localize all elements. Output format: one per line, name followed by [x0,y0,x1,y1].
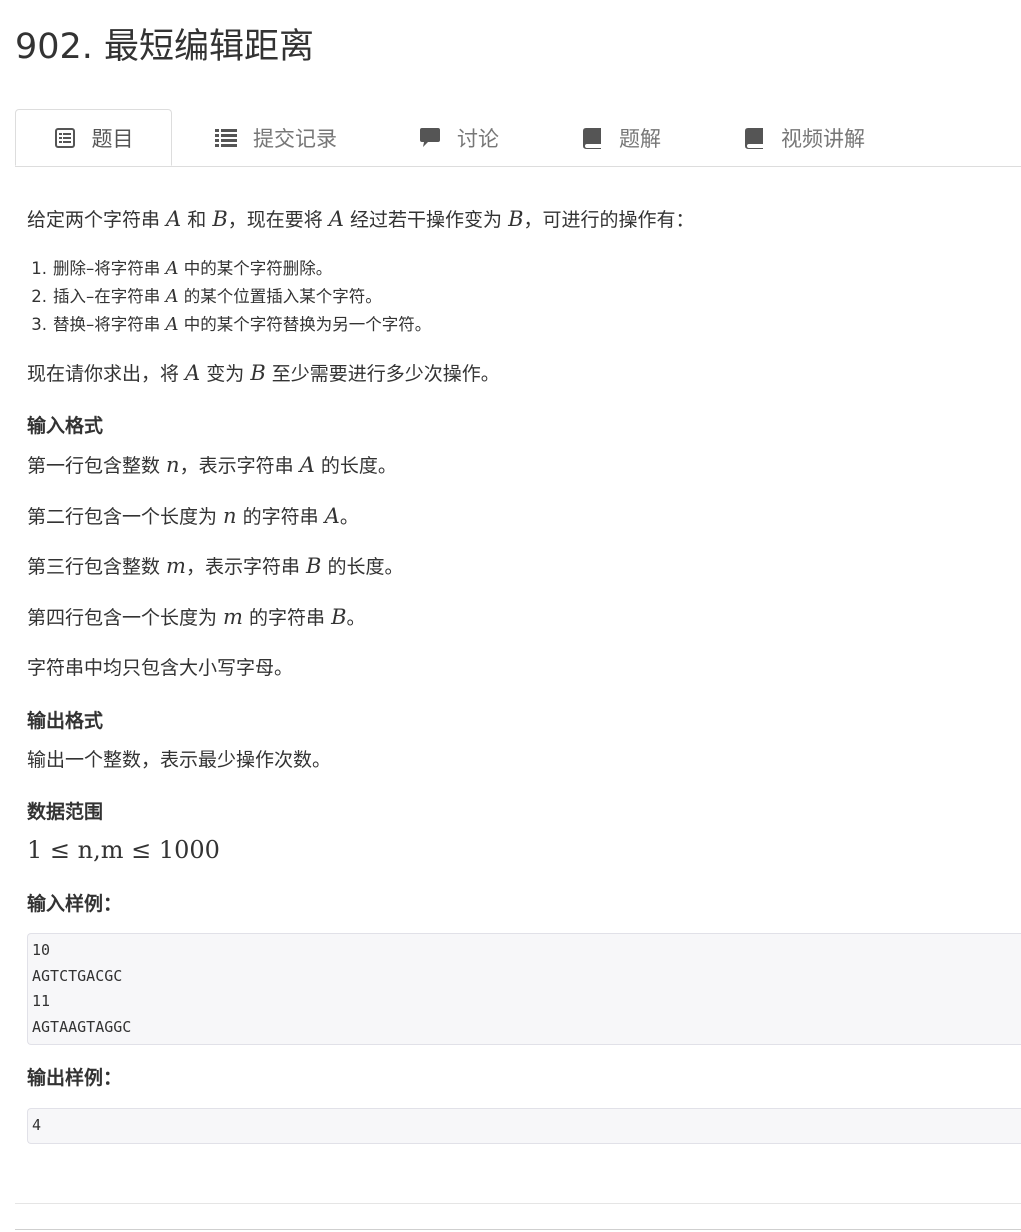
problem-ask: 现在请你求出，将 A 变为 B 至少需要进行多少次操作。 [27,359,500,388]
code-line: AGTCTGACGC [32,966,123,985]
input-format-heading: 输入格式 [27,415,104,437]
input-text: 的长度。 [321,556,404,578]
math-var: B [212,207,228,231]
math-var: A [165,314,179,335]
tab-label: 视频讲解 [781,126,865,151]
input-text: 第三行包含整数 [27,556,167,578]
tab-label: 题目 [91,126,134,151]
output-format-heading: 输出格式 [27,710,104,732]
sample-input-code: 10 AGTCTGACGC 11 AGTAAGTAGGC [27,933,1021,1045]
math-var: m [223,605,243,629]
math-var: B [331,605,347,629]
math-var: B [250,361,266,385]
tab-solutions[interactable]: 题解 [581,109,661,166]
ask-text: 现在请你求出，将 [27,363,186,385]
tab-label: 讨论 [457,126,499,151]
input-text: 。 [339,506,359,528]
tab-submissions[interactable]: 提交记录 [215,109,337,166]
math-var: A [328,207,344,231]
math-var: A [185,361,201,385]
list-text: 插入–在字符串 [53,287,166,306]
intro-text: ，现在要将 [227,209,329,231]
ask-text: 至少需要进行多少次操作。 [265,363,500,385]
input-text: ，表示字符串 [185,556,307,578]
list-text: 替换–将字符串 [53,315,166,334]
list-item: 2. 插入–在字符串 A 的某个位置插入某个字符。 [27,283,431,311]
code-line: 4 [32,1116,42,1134]
input-text: 第一行包含整数 [27,455,167,477]
math-var: A [165,286,179,307]
divider [15,1203,1021,1204]
input-text: 的字符串 [236,506,325,528]
list-number: 3. [31,315,47,334]
input-line: 第四行包含一个长度为 m 的字符串 B。 [27,603,366,632]
intro-text: 经过若干操作变为 [343,209,509,231]
page-title: 902. 最短编辑距离 [15,27,315,67]
sample-output-heading: 输出样例： [27,1067,123,1089]
divider [15,1229,1021,1230]
tab-bar: 题目 提交记录 讨论 题解 视频讲解 [15,109,1021,167]
ask-text: 变为 [200,363,251,385]
input-text: 第四行包含一个长度为 [27,607,224,629]
list-item: 3. 替换–将字符串 A 中的某个字符替换为另一个字符。 [27,311,431,339]
code-line: 10 [32,941,51,959]
list-text: 删除–将字符串 [53,259,166,278]
list-item: 1. 删除–将字符串 A 中的某个字符删除。 [27,255,431,283]
comment-icon [419,127,441,149]
list-icon [215,127,237,149]
input-text: 第二行包含一个长度为 [27,506,224,528]
tab-discussion[interactable]: 讨论 [419,109,499,166]
problem-intro: 给定两个字符串 A 和 B，现在要将 A 经过若干操作变为 B，可进行的操作有： [27,205,695,234]
input-line: 第三行包含整数 m，表示字符串 B 的长度。 [27,552,404,581]
range-heading: 数据范围 [27,801,104,823]
input-text: 的长度。 [314,455,397,477]
list-text: 的某个位置插入某个字符。 [178,287,382,306]
list-text: 中的某个字符删除。 [178,259,333,278]
list-number: 2. [31,287,47,306]
intro-text: ，可进行的操作有： [523,209,695,231]
input-note: 字符串中均只包含大小写字母。 [27,657,294,679]
math-var: A [324,504,340,528]
math-var: n [223,504,237,528]
sample-output-code: 4 [27,1108,1021,1144]
tab-problem[interactable]: 题目 [15,109,172,166]
math-var: B [306,554,322,578]
math-var: A [166,207,182,231]
sample-input-heading: 输入样例： [27,893,123,915]
list-number: 1. [31,259,47,278]
input-text: 的字符串 [242,607,332,629]
math-var: n [166,453,180,477]
math-var: A [299,453,315,477]
tab-label: 提交记录 [253,126,337,151]
list-text: 中的某个字符替换为另一个字符。 [178,315,432,334]
operations-list: 1. 删除–将字符串 A 中的某个字符删除。 2. 插入–在字符串 A 的某个位置插… [27,255,431,339]
tab-video[interactable]: 视频讲解 [743,109,865,166]
range-formula: 1 ≤ n,m ≤ 1000 [27,836,220,864]
list-alt-icon [54,127,76,149]
math-var: m [166,554,186,578]
input-text: 。 [346,607,366,629]
input-line: 第二行包含一个长度为 n 的字符串 A。 [27,502,359,531]
math-var: A [165,258,179,279]
output-text: 输出一个整数，表示最少操作次数。 [27,749,332,771]
tab-label: 题解 [619,126,661,151]
book-icon [743,127,765,149]
input-line: 第一行包含整数 n，表示字符串 A 的长度。 [27,451,397,480]
code-line: 11 [32,992,51,1010]
intro-text: 给定两个字符串 [27,209,167,231]
book-icon [581,127,603,149]
code-line: AGTAAGTAGGC [32,1017,132,1036]
input-text: ，表示字符串 [179,455,300,477]
math-var: B [508,207,524,231]
intro-text: 和 [181,209,213,231]
